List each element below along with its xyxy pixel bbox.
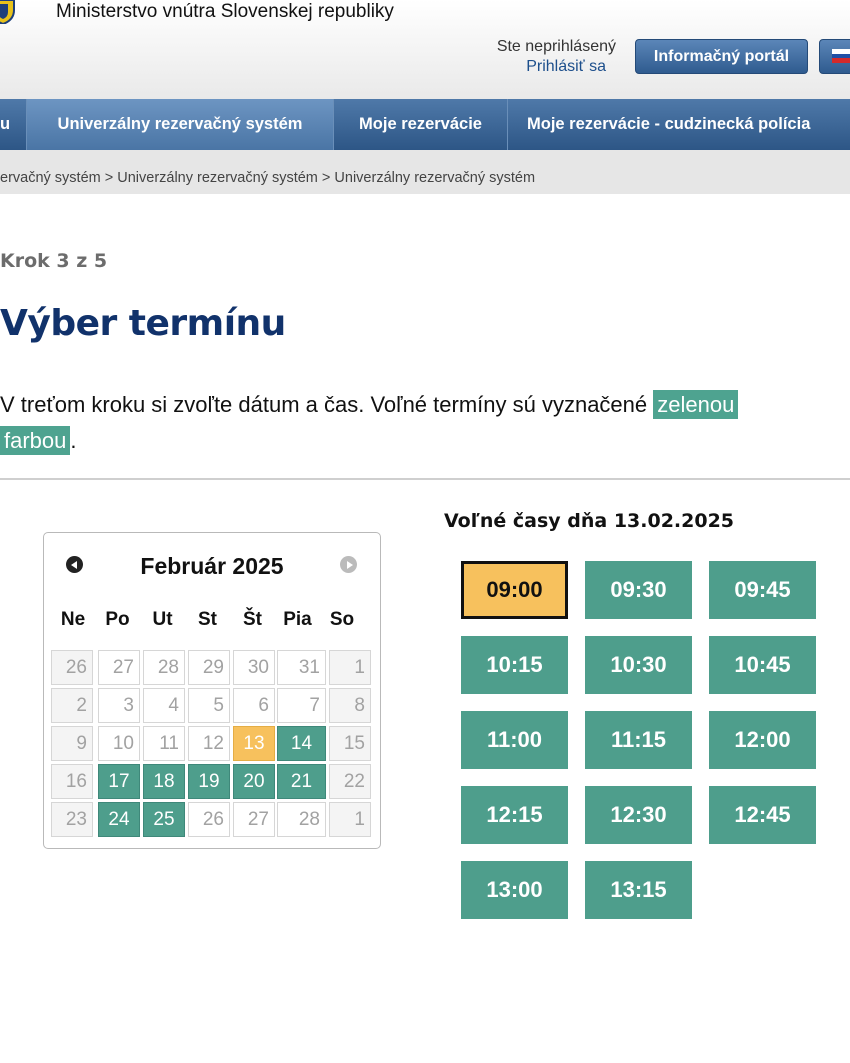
calendar-day: 6 — [233, 688, 275, 723]
weekday-header: Ne Po Ut St Št Pia So — [51, 609, 364, 631]
calendar-month-title: Február 2025 — [140, 553, 284, 579]
next-month-icon[interactable] — [340, 556, 357, 573]
intro-end: . — [70, 428, 77, 453]
calendar-day: 3 — [98, 688, 140, 723]
weekday-label: St — [198, 609, 217, 630]
calendar-day: 22 — [329, 764, 371, 799]
calendar-day: 16 — [51, 764, 93, 799]
intro-text: V treťom kroku si zvoľte dátum a čas. Vo… — [0, 387, 850, 459]
nav-item-my-reservations[interactable]: Moje rezervácie — [334, 99, 508, 150]
time-slot-button[interactable]: 11:00 — [461, 711, 568, 769]
calendar-day: 26 — [188, 802, 230, 837]
time-slot-button[interactable]: 13:00 — [461, 861, 568, 919]
calendar-day: 5 — [188, 688, 230, 723]
time-slot-button[interactable]: 12:15 — [461, 786, 568, 844]
calendar-day: 31 — [277, 650, 326, 685]
calendar-day: 4 — [143, 688, 185, 723]
calendar-day[interactable]: 17 — [98, 764, 140, 799]
calendar-day[interactable]: 21 — [277, 764, 326, 799]
calendar-day[interactable]: 25 — [143, 802, 185, 837]
nav-item-reservation-system[interactable]: Univerzálny rezervačný systém — [27, 99, 334, 150]
weekday-label: Št — [243, 609, 262, 630]
slovak-flag-icon — [832, 49, 850, 63]
nav-item-home[interactable]: u — [0, 99, 27, 150]
calendar-day: 8 — [329, 688, 371, 723]
step-indicator: Krok 3 z 5 — [0, 250, 108, 272]
available-times-title: Voľné časy dňa 13.02.2025 — [444, 510, 735, 532]
time-slot-button[interactable]: 09:00 — [461, 561, 568, 619]
time-slot-button[interactable]: 11:15 — [585, 711, 692, 769]
calendar-day[interactable]: 19 — [188, 764, 230, 799]
calendar-day: 9 — [51, 726, 93, 761]
calendar-day[interactable]: 24 — [98, 802, 140, 837]
nav-item-my-reservations-police[interactable]: Moje rezervácie - cudzinecká polícia — [508, 99, 850, 150]
calendar-day: 29 — [188, 650, 230, 685]
info-portal-button[interactable]: Informačný portál — [635, 39, 808, 74]
language-button[interactable] — [819, 39, 850, 74]
calendar-day: 7 — [277, 688, 326, 723]
time-slot-button[interactable]: 12:30 — [585, 786, 692, 844]
calendar-day: 15 — [329, 726, 371, 761]
calendar-day: 27 — [98, 650, 140, 685]
weekday-label: Po — [105, 609, 130, 630]
ministry-name: Ministerstvo vnútra Slovenskej republiky — [56, 1, 394, 22]
time-slot-button[interactable]: 12:00 — [709, 711, 816, 769]
intro-main: V treťom kroku si zvoľte dátum a čas. Vo… — [0, 392, 654, 417]
page-title: Výber termínu — [0, 303, 286, 344]
calendar-day: 2 — [51, 688, 93, 723]
login-status: Ste neprihlásený — [496, 38, 616, 55]
time-slot-button[interactable]: 13:15 — [585, 861, 692, 919]
calendar-day: 26 — [51, 650, 93, 685]
calendar-day[interactable]: 20 — [233, 764, 275, 799]
ministry-logo-icon — [0, 0, 15, 24]
time-slot-button[interactable]: 12:45 — [709, 786, 816, 844]
date-picker-calendar: Február 2025 Ne Po Ut St Št Pia So 26 27 2… — [43, 532, 381, 849]
time-slot-button[interactable]: 10:15 — [461, 636, 568, 694]
weekday-label: So — [329, 609, 355, 630]
login-link[interactable]: Prihlásiť sa — [460, 58, 606, 76]
site-header: Ministerstvo vnútra Slovenskej republiky… — [0, 0, 850, 99]
calendar-day: 23 — [51, 802, 93, 837]
calendar-day[interactable]: 14 — [277, 726, 326, 761]
calendar-day: 27 — [233, 802, 275, 837]
time-slot-button[interactable]: 10:45 — [709, 636, 816, 694]
calendar-day: 11 — [143, 726, 185, 761]
highlight-green-1: zelenou — [653, 390, 739, 419]
divider — [0, 478, 850, 480]
breadcrumb: ervačný systém > Univerzálny rezervačný … — [0, 150, 850, 194]
main-nav: u Univerzálny rezervačný systém Moje rez… — [0, 99, 850, 150]
calendar-day[interactable]: 18 — [143, 764, 185, 799]
calendar-day[interactable]: 13 — [233, 726, 275, 761]
time-slot-button[interactable]: 10:30 — [585, 636, 692, 694]
time-slot-button[interactable]: 09:30 — [585, 561, 692, 619]
calendar-day: 1 — [329, 802, 371, 837]
time-slot-button[interactable]: 09:45 — [709, 561, 816, 619]
weekday-label: Ne — [60, 609, 86, 630]
weekday-label: Ut — [152, 609, 173, 630]
calendar-day: 30 — [233, 650, 275, 685]
calendar-day: 12 — [188, 726, 230, 761]
highlight-green-2: farbou — [0, 426, 71, 455]
calendar-day: 1 — [329, 650, 371, 685]
calendar-day: 28 — [143, 650, 185, 685]
calendar-day: 28 — [277, 802, 326, 837]
calendar-day: 10 — [98, 726, 140, 761]
weekday-label: Pia — [283, 609, 312, 630]
